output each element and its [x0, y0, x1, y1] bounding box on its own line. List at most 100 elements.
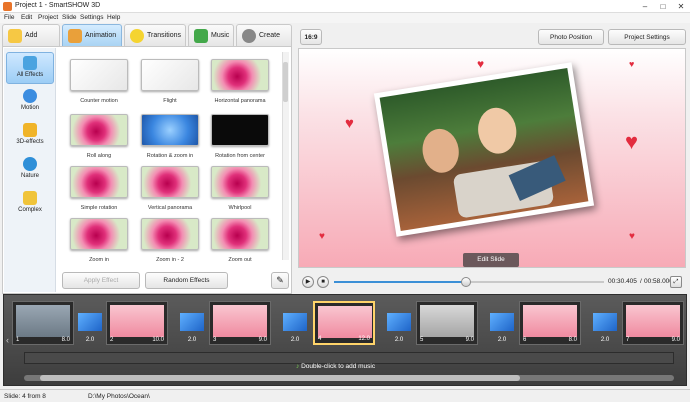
play-icon[interactable]: ▶	[302, 276, 314, 288]
time-total: 00:58.000	[644, 278, 673, 285]
effect-thumb-zoom-in-2[interactable]	[141, 218, 199, 250]
timeline-slide-4[interactable]: 4 12.0	[313, 301, 375, 345]
effect-label: Roll along	[86, 153, 112, 159]
status-path: D:\My Photos\Ocean\	[88, 393, 150, 400]
slide-preview[interactable]: ♥ ♥ ♥ ♥ ♥ ♥	[298, 48, 686, 268]
effect-label: Zoom in - 2	[156, 257, 184, 263]
menu-bar: File Edit Project Slide Settings Help	[0, 13, 690, 23]
maximize-icon[interactable]: □	[654, 1, 672, 12]
motion-icon	[23, 89, 37, 103]
seek-handle[interactable]	[461, 277, 472, 287]
create-icon	[242, 29, 256, 43]
timeline-transition-3[interactable]: 2.0	[281, 311, 309, 345]
tab-transitions[interactable]: Transitions	[124, 24, 186, 46]
timeline-slide-5[interactable]: 5 9.0	[416, 301, 478, 345]
tab-music[interactable]: Music	[188, 24, 234, 46]
effect-thumb-zoom-out[interactable]	[211, 218, 269, 250]
effects-scroll-thumb[interactable]	[283, 62, 288, 102]
music-hint[interactable]: ♪ Double-click to add music	[296, 363, 375, 370]
effect-thumb-counter-motion[interactable]	[70, 59, 128, 91]
timeline-slide-7[interactable]: 7 9.0	[622, 301, 684, 345]
menu-file[interactable]: File	[4, 14, 14, 21]
timeline-transition-6[interactable]: 2.0	[591, 311, 619, 345]
stop-icon[interactable]: ■	[317, 276, 329, 288]
effect-label: Vertical panorama	[147, 205, 193, 211]
menu-settings[interactable]: Settings	[80, 14, 104, 21]
effect-thumb-rotation-zoom-in[interactable]	[141, 114, 199, 146]
effect-thumb-whirlpool[interactable]	[211, 166, 269, 198]
scroll-left-icon[interactable]: ‹	[6, 335, 9, 345]
menu-project[interactable]: Project	[38, 14, 58, 21]
category-complex[interactable]: Complex	[6, 188, 54, 220]
timeline-slide-6[interactable]: 6 8.0	[519, 301, 581, 345]
woman-figure	[474, 105, 520, 157]
close-icon[interactable]: ✕	[672, 1, 690, 12]
tab-create[interactable]: Create	[236, 24, 292, 46]
timeline-transition-1[interactable]: 2.0	[76, 311, 104, 345]
timeline-slide-2[interactable]: 2 10.0	[106, 301, 168, 345]
time-current: 00:30.405	[608, 278, 637, 285]
man-figure	[419, 126, 462, 176]
effect-label: Rotation & zoom in	[146, 153, 194, 159]
effect-label: Simple rotation	[80, 205, 118, 211]
timeline-transition-4[interactable]: 2.0	[385, 311, 413, 345]
timeline: ‹ › 18.0 2.0 210.0 2.0 39.0 2.0 412.0 2.…	[3, 294, 687, 386]
window-title: Project 1 - SmartSHOW 3D	[15, 2, 101, 9]
heart-decoration: ♥	[345, 115, 354, 132]
player-bar: ▶ ■ 00:30.405 / 00:58.000 ⤢	[298, 271, 687, 293]
edit-slide-button[interactable]: Edit Slide	[463, 253, 519, 267]
cube-icon	[23, 123, 37, 137]
effect-label: Horizontal panorama	[214, 98, 266, 104]
status-bar: Slide: 4 from 8 D:\My Photos\Ocean\	[0, 389, 690, 402]
slide-photo	[373, 62, 595, 237]
music-add-icon: ♪	[296, 363, 300, 370]
effect-thumb-zoom-in[interactable]	[70, 218, 128, 250]
effect-thumb-horizontal-panorama[interactable]	[211, 59, 269, 91]
project-settings-button[interactable]: Project Settings	[608, 29, 686, 45]
timeline-scroll-thumb[interactable]	[40, 375, 520, 381]
timeline-slide-3[interactable]: 3 9.0	[209, 301, 271, 345]
effect-label: Whirlpool	[228, 205, 252, 211]
effect-thumb-vertical-panorama[interactable]	[141, 166, 199, 198]
category-3d-effects[interactable]: 3D-effects	[6, 120, 54, 152]
main-tabs: Add Animation Transitions Music Create	[2, 24, 292, 46]
minimize-icon[interactable]: –	[636, 1, 654, 12]
menu-slide[interactable]: Slide	[62, 14, 76, 21]
heart-decoration: ♥	[477, 57, 485, 71]
category-motion[interactable]: Motion	[6, 86, 54, 118]
effect-thumb-roll-along[interactable]	[70, 114, 128, 146]
effect-label: Zoom in	[89, 257, 109, 263]
effect-thumb-rotation-from-center[interactable]	[211, 114, 269, 146]
tab-add[interactable]: Add	[2, 24, 60, 46]
music-note-icon	[194, 29, 208, 43]
timeline-slide-1[interactable]: 1 8.0	[12, 301, 74, 345]
effect-label: Flight	[163, 98, 177, 104]
snowflake-icon	[23, 157, 37, 171]
effect-label: Zoom out	[228, 257, 252, 263]
status-slide-count: Slide: 4 from 8	[4, 393, 46, 400]
preview-toolbar: 16:9 Photo Position Project Settings	[298, 27, 687, 47]
tab-animation[interactable]: Animation	[62, 24, 122, 46]
heart-decoration: ♥	[629, 231, 635, 242]
photo-position-button[interactable]: Photo Position	[538, 29, 604, 45]
fullscreen-icon[interactable]: ⤢	[670, 276, 682, 288]
complex-icon	[23, 191, 37, 205]
heart-decoration: ♥	[625, 129, 639, 154]
random-effects-button[interactable]: Random Effects	[145, 272, 228, 289]
effect-thumb-simple-rotation[interactable]	[70, 166, 128, 198]
menu-edit[interactable]: Edit	[21, 14, 32, 21]
brush-icon[interactable]: ✎	[271, 272, 289, 289]
star-icon	[130, 29, 144, 43]
apply-effect-button[interactable]: Apply Effect	[62, 272, 140, 289]
timeline-transition-2[interactable]: 2.0	[178, 311, 206, 345]
menu-help[interactable]: Help	[107, 14, 120, 21]
heart-decoration: ♥	[319, 231, 325, 242]
effect-label: Rotation from center	[215, 153, 265, 159]
timeline-transition-5[interactable]: 2.0	[488, 311, 516, 345]
all-effects-icon	[23, 56, 37, 70]
category-nature[interactable]: Nature	[6, 154, 54, 186]
effect-thumb-flight[interactable]	[141, 59, 199, 91]
aspect-ratio-button[interactable]: 16:9	[300, 29, 322, 45]
title-bar: Project 1 - SmartSHOW 3D – □ ✕	[0, 0, 690, 13]
category-all-effects[interactable]: All Effects	[6, 52, 54, 84]
